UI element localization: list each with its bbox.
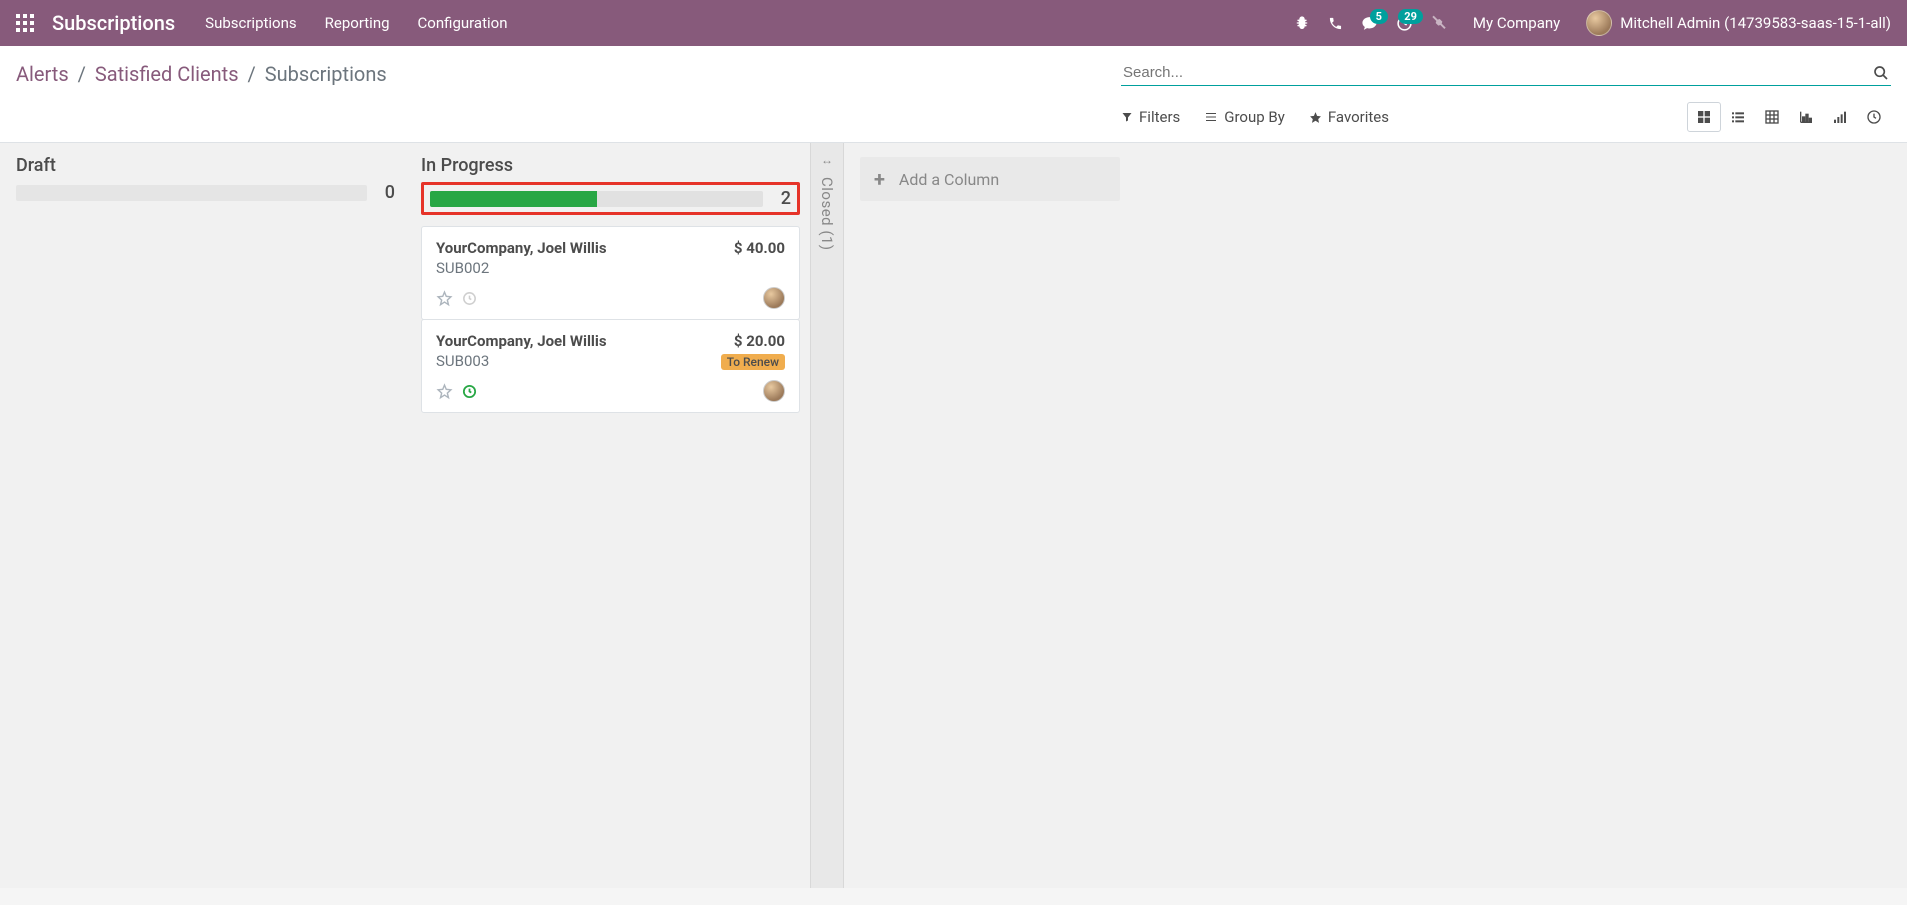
priority-star[interactable]: [436, 383, 453, 400]
messages-icon[interactable]: 5: [1361, 15, 1378, 32]
activities-badge: 29: [1398, 9, 1423, 24]
column-title[interactable]: In Progress: [421, 155, 800, 176]
assignee-avatar[interactable]: [763, 380, 785, 402]
breadcrumb-alerts[interactable]: Alerts: [16, 62, 69, 86]
card-amount: $ 20.00: [734, 332, 785, 350]
column-progress-row: 2: [430, 188, 791, 209]
phone-icon[interactable]: [1328, 16, 1343, 31]
groupby-button[interactable]: Group By: [1204, 102, 1285, 132]
filters-button[interactable]: Filters: [1121, 102, 1180, 132]
card-tag: To Renew: [721, 354, 785, 370]
breadcrumb-satisfied-clients[interactable]: Satisfied Clients: [95, 62, 239, 86]
card-code: SUB002: [436, 259, 785, 277]
folded-label: Closed (1): [818, 177, 836, 251]
funnel-icon: [1121, 111, 1133, 123]
progress-fill: [430, 191, 597, 207]
kanban-card[interactable]: YourCompany, Joel Willis $ 40.00 SUB002: [421, 226, 800, 320]
add-column-label: Add a Column: [899, 170, 999, 189]
search-icon[interactable]: [1873, 65, 1889, 81]
column-in-progress: In Progress 2 YourCompany, Joel Willis $…: [405, 143, 810, 888]
card-amount: $ 40.00: [734, 239, 785, 257]
progress-bar[interactable]: [430, 191, 763, 207]
breadcrumb: Alerts / Satisfied Clients / Subscriptio…: [16, 54, 387, 92]
view-switcher: [1687, 102, 1891, 132]
user-avatar: [1586, 10, 1612, 36]
kanban-board: Draft 0 In Progress 2 YourCompany, Joel …: [0, 143, 1907, 888]
control-panel: Alerts / Satisfied Clients / Subscriptio…: [0, 46, 1907, 143]
kanban-card[interactable]: YourCompany, Joel Willis $ 20.00 SUB003 …: [421, 319, 800, 413]
list-icon: [1204, 111, 1218, 123]
cohort-view-button[interactable]: [1823, 102, 1857, 132]
list-view-button[interactable]: [1721, 102, 1755, 132]
column-count: 0: [377, 182, 395, 203]
activities-icon[interactable]: 29: [1396, 15, 1413, 32]
add-column-area: + Add a Column: [844, 143, 1136, 888]
user-label: Mitchell Admin (14739583-saas-15-1-all): [1620, 14, 1891, 32]
user-menu[interactable]: Mitchell Admin (14739583-saas-15-1-all): [1586, 10, 1891, 36]
priority-star[interactable]: [436, 290, 453, 307]
top-navbar: Subscriptions Subscriptions Reporting Co…: [0, 0, 1907, 46]
messages-badge: 5: [1370, 9, 1388, 24]
column-draft: Draft 0: [0, 143, 405, 888]
grid-view-button[interactable]: [1755, 102, 1789, 132]
search-box[interactable]: [1121, 60, 1891, 86]
favorites-button[interactable]: Favorites: [1309, 102, 1389, 132]
graph-view-button[interactable]: [1789, 102, 1823, 132]
card-title: YourCompany, Joel Willis: [436, 239, 607, 257]
nav-subscriptions[interactable]: Subscriptions: [205, 14, 296, 32]
card-title: YourCompany, Joel Willis: [436, 332, 607, 350]
tools-icon[interactable]: [1431, 15, 1447, 31]
assignee-avatar[interactable]: [763, 287, 785, 309]
activity-icon[interactable]: [461, 383, 477, 399]
apps-icon[interactable]: [16, 14, 34, 32]
column-closed-folded[interactable]: ↔ Closed (1): [810, 143, 844, 888]
highlight-annotation: 2: [421, 182, 800, 215]
column-count: 2: [773, 188, 791, 209]
unfold-icon: ↔: [821, 153, 833, 167]
company-switcher[interactable]: My Company: [1473, 14, 1560, 32]
card-code: SUB003: [436, 352, 489, 370]
star-icon: [1309, 111, 1322, 124]
breadcrumb-current: Subscriptions: [265, 62, 387, 86]
activity-view-button[interactable]: [1857, 102, 1891, 132]
nav-configuration[interactable]: Configuration: [418, 14, 508, 32]
kanban-view-button[interactable]: [1687, 102, 1721, 132]
company-label: My Company: [1473, 14, 1560, 32]
plus-icon: +: [874, 167, 885, 191]
nav-reporting[interactable]: Reporting: [325, 14, 390, 32]
column-progress-row: 0: [16, 182, 395, 203]
activity-icon[interactable]: [461, 290, 477, 306]
column-title[interactable]: Draft: [16, 155, 395, 176]
app-brand[interactable]: Subscriptions: [52, 11, 175, 35]
search-input[interactable]: [1123, 64, 1873, 81]
add-column-button[interactable]: + Add a Column: [860, 157, 1120, 201]
debug-icon[interactable]: [1294, 15, 1310, 31]
progress-bar[interactable]: [16, 185, 367, 201]
